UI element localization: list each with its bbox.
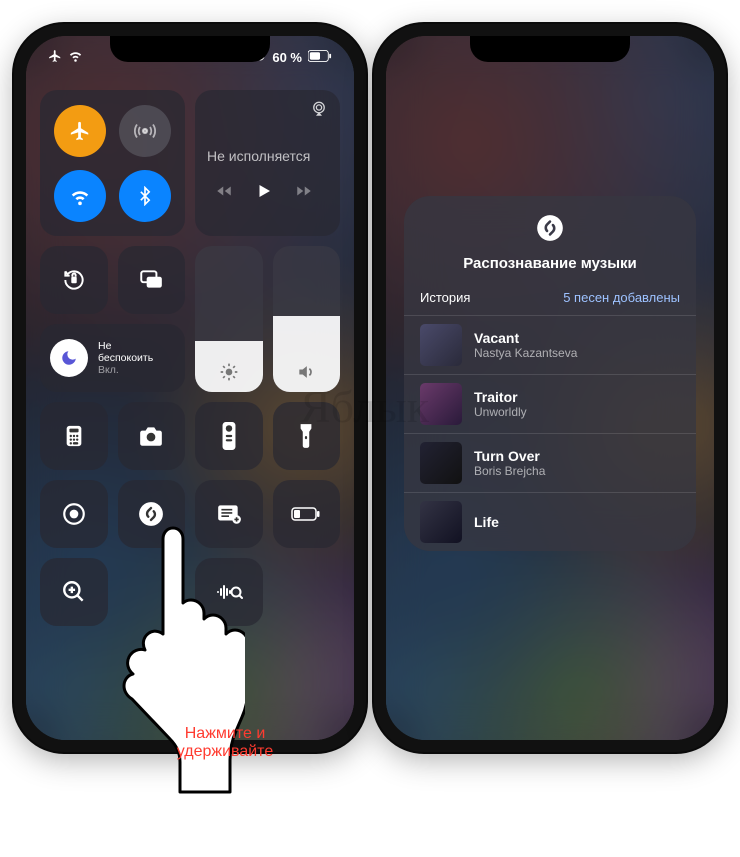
calculator-button[interactable]	[40, 402, 108, 470]
notch	[110, 36, 270, 62]
volume-slider[interactable]	[273, 246, 341, 392]
battery-percent: 60 %	[272, 50, 302, 65]
notch	[470, 36, 630, 62]
phone-frame-left: 60 %	[14, 24, 366, 752]
album-art	[420, 501, 462, 543]
shazam-button[interactable]	[118, 480, 186, 548]
song-title: Turn Over	[474, 448, 545, 464]
added-label[interactable]: 5 песен добавлены	[563, 290, 680, 305]
orientation-lock-button[interactable]	[40, 246, 108, 314]
hearing-button[interactable]	[118, 558, 186, 626]
album-art	[420, 324, 462, 366]
airplay-icon[interactable]	[310, 100, 328, 118]
song-row[interactable]: Vacant Nastya Kazantseva	[404, 315, 696, 374]
song-artist: Unworldly	[474, 405, 527, 419]
dnd-label-1: Не	[98, 340, 153, 352]
song-title: Vacant	[474, 330, 577, 346]
screen-mirroring-button[interactable]	[118, 246, 186, 314]
song-artist: Boris Brejcha	[474, 464, 545, 478]
volume-icon	[296, 362, 316, 382]
airplane-icon	[48, 49, 62, 66]
battery-icon	[308, 50, 332, 65]
album-art	[420, 442, 462, 484]
sound-recognition-button[interactable]	[195, 558, 263, 626]
song-row[interactable]: Turn Over Boris Brejcha	[404, 433, 696, 492]
airplane-mode-button[interactable]	[54, 105, 106, 157]
song-title: Life	[474, 514, 499, 530]
shazam-history-header: История 5 песен добавлены	[404, 286, 696, 315]
screen-left: 60 %	[26, 36, 354, 740]
cellular-button[interactable]	[119, 105, 171, 157]
song-row[interactable]: Life	[404, 492, 696, 551]
magnifier-button[interactable]	[40, 558, 108, 626]
song-artist: Nastya Kazantseva	[474, 346, 577, 360]
connectivity-tile[interactable]	[40, 90, 185, 236]
shazam-panel[interactable]: Распознавание музыки История 5 песен доб…	[404, 196, 696, 551]
song-title: Traitor	[474, 389, 527, 405]
screen-right: Распознавание музыки История 5 песен доб…	[386, 36, 714, 740]
brightness-icon	[219, 362, 239, 382]
screen-record-button[interactable]	[40, 480, 108, 548]
control-center-grid: Не исполняется	[26, 36, 354, 740]
media-prev-button[interactable]	[215, 182, 233, 200]
camera-button[interactable]	[118, 402, 186, 470]
dnd-label-2: беспокоить	[98, 352, 153, 364]
media-next-button[interactable]	[295, 182, 313, 200]
brightness-slider[interactable]	[195, 246, 263, 392]
notes-button[interactable]	[195, 480, 263, 548]
wifi-button[interactable]	[54, 170, 106, 222]
low-power-button[interactable]	[273, 480, 341, 548]
wifi-icon	[68, 48, 83, 66]
media-tile[interactable]: Не исполняется	[195, 90, 340, 236]
shazam-icon	[536, 214, 564, 247]
album-art	[420, 383, 462, 425]
media-play-button[interactable]	[255, 182, 273, 200]
dnd-status: Вкл.	[98, 364, 153, 376]
remote-button[interactable]	[195, 402, 263, 470]
bluetooth-button[interactable]	[119, 170, 171, 222]
flashlight-button[interactable]	[273, 402, 341, 470]
phone-frame-right: Распознавание музыки История 5 песен доб…	[374, 24, 726, 752]
do-not-disturb-button[interactable]: Не беспокоить Вкл.	[40, 324, 185, 392]
shazam-title: Распознавание музыки	[463, 255, 637, 272]
now-playing-label: Не исполняется	[207, 148, 310, 164]
history-label: История	[420, 290, 470, 305]
song-row[interactable]: Traitor Unworldly	[404, 374, 696, 433]
